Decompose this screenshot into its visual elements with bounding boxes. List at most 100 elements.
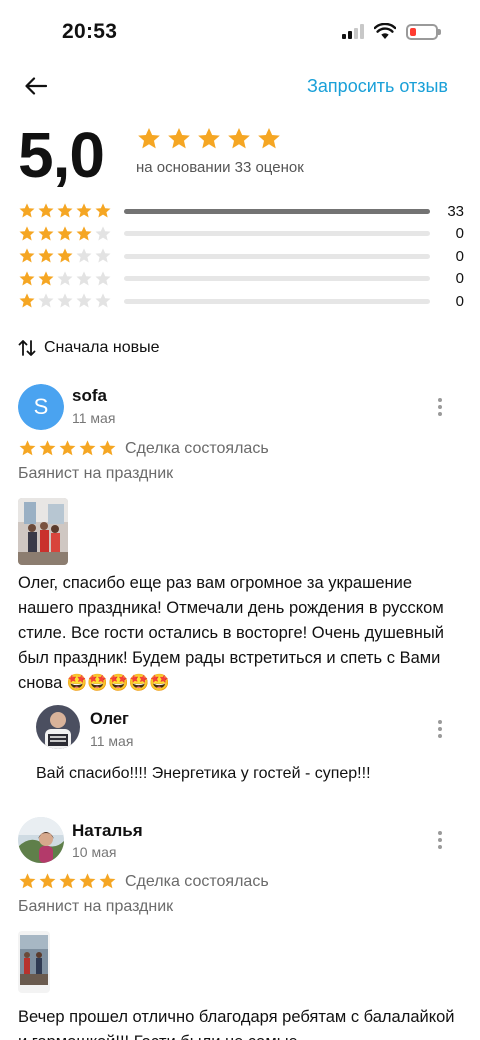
review-author[interactable]: Наталья xyxy=(72,821,143,841)
star-icon xyxy=(19,248,35,263)
star-icon xyxy=(99,873,116,889)
status-time: 20:53 xyxy=(62,20,118,43)
star-icon xyxy=(79,440,96,456)
distribution-row: 0 xyxy=(18,268,464,291)
distribution-stars xyxy=(18,202,116,220)
rating-distribution: 33 0 0 0 0 xyxy=(18,200,464,313)
star-icon xyxy=(39,873,56,889)
star-icon xyxy=(198,127,220,149)
review-rating-line: Сделка состоялась xyxy=(18,872,269,891)
star-icon xyxy=(19,293,35,308)
review-text: Вечер прошел отлично благодаря ребятам с… xyxy=(18,1008,455,1040)
sort-label: Сначала новые xyxy=(44,339,160,356)
star-empty-icon xyxy=(95,248,111,263)
star-icon xyxy=(57,203,73,218)
review-text: Олег, спасибо еще раз вам огромное за ук… xyxy=(18,574,444,692)
star-icon xyxy=(19,271,35,286)
star-icon xyxy=(79,873,96,889)
top-bar: Запросить отзыв xyxy=(0,62,480,110)
avatar-letter: S xyxy=(18,384,64,430)
star-empty-icon xyxy=(76,248,92,263)
star-icon xyxy=(38,203,54,218)
star-icon xyxy=(59,873,76,889)
request-review-link[interactable]: Запросить отзыв xyxy=(307,76,448,97)
distribution-row: 33 xyxy=(18,200,464,223)
star-icon xyxy=(19,203,35,218)
distribution-count: 0 xyxy=(455,270,464,288)
reply-avatar[interactable] xyxy=(36,705,80,749)
back-button[interactable] xyxy=(20,70,52,102)
review-item: S sofa 11 мая Сделка состоялась Баянист … xyxy=(0,382,480,802)
star-icon xyxy=(19,226,35,241)
signal-icon xyxy=(342,24,364,39)
star-icon xyxy=(59,440,76,456)
star-icon xyxy=(38,248,54,263)
reply-date: 11 мая xyxy=(90,733,134,749)
deal-status: Сделка состоялась xyxy=(125,872,269,890)
distribution-count: 0 xyxy=(455,247,464,265)
wifi-icon xyxy=(374,23,396,39)
average-score: 5,0 xyxy=(18,119,105,191)
distribution-row: 0 xyxy=(18,290,464,313)
star-empty-icon xyxy=(95,271,111,286)
distribution-stars xyxy=(18,292,116,310)
rating-summary: 5,0 на основании 33 оценок xyxy=(18,120,462,196)
star-empty-icon xyxy=(57,271,73,286)
distribution-count: 0 xyxy=(455,292,464,310)
distribution-count: 0 xyxy=(455,225,464,243)
star-empty-icon xyxy=(95,226,111,241)
star-empty-icon xyxy=(38,293,54,308)
distribution-stars xyxy=(18,225,116,243)
review-date: 10 мая xyxy=(72,844,117,860)
star-icon xyxy=(57,248,73,263)
distribution-row: 0 xyxy=(18,223,464,246)
battery-icon xyxy=(406,23,441,40)
more-options-button[interactable] xyxy=(430,394,450,420)
star-icon xyxy=(258,127,280,149)
review-stars xyxy=(18,439,117,458)
distribution-row: 0 xyxy=(18,245,464,268)
sort-arrows-icon xyxy=(18,340,36,356)
review-stars xyxy=(18,872,117,891)
star-icon xyxy=(38,271,54,286)
distribution-bar xyxy=(124,231,430,237)
review-date: 11 мая xyxy=(72,410,116,426)
distribution-bar xyxy=(124,276,430,282)
distribution-bar-fill xyxy=(124,208,430,214)
more-options-button[interactable] xyxy=(430,827,450,853)
average-stars xyxy=(136,126,282,152)
star-empty-icon xyxy=(57,293,73,308)
sort-button[interactable]: Сначала новые xyxy=(18,337,159,359)
star-icon xyxy=(76,226,92,241)
distribution-bar xyxy=(124,208,430,214)
distribution-bar xyxy=(124,253,430,259)
star-empty-icon xyxy=(76,293,92,308)
distribution-bar xyxy=(124,298,430,304)
review-rating-line: Сделка состоялась xyxy=(18,439,269,458)
status-icons xyxy=(342,23,441,40)
star-icon xyxy=(138,127,160,149)
reply-more-options-button[interactable] xyxy=(430,716,450,742)
deal-status: Сделка состоялась xyxy=(125,439,269,457)
star-icon xyxy=(168,127,190,149)
avatar[interactable]: S xyxy=(18,384,64,430)
review-author[interactable]: sofa xyxy=(72,386,107,406)
star-empty-icon xyxy=(95,293,111,308)
distribution-stars xyxy=(18,247,116,265)
star-icon xyxy=(228,127,250,149)
star-icon xyxy=(57,226,73,241)
review-item: Наталья 10 мая Сделка состоялась Баянист… xyxy=(0,815,480,1040)
star-icon xyxy=(99,440,116,456)
star-icon xyxy=(76,203,92,218)
review-photo[interactable] xyxy=(18,931,50,993)
star-icon xyxy=(39,440,56,456)
star-icon xyxy=(19,440,36,456)
review-service: Баянист на праздник xyxy=(18,898,174,915)
review-photo[interactable] xyxy=(18,498,68,565)
ratings-count-label: на основании 33 оценок xyxy=(136,159,304,176)
review-service: Баянист на праздник xyxy=(18,465,174,482)
status-bar: 20:53 xyxy=(0,0,480,64)
star-icon xyxy=(19,873,36,889)
avatar[interactable] xyxy=(18,817,64,863)
reply-author[interactable]: Олег xyxy=(90,710,129,729)
